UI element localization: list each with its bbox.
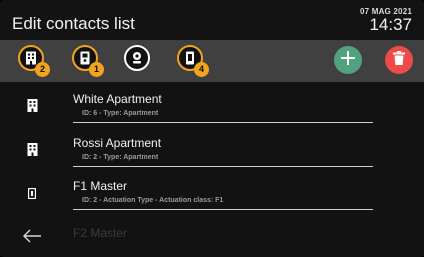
- camera-icon: [130, 51, 144, 65]
- contact-name: White Apartment: [73, 92, 162, 106]
- contact-row[interactable]: F2 Master: [0, 222, 424, 257]
- row-divider: [73, 209, 373, 210]
- header: Edit contacts list 07 MAG 2021 14:37: [0, 0, 424, 36]
- filter-count-badge: 2: [35, 62, 50, 77]
- plus-icon: [341, 50, 355, 70]
- back-arrow-icon: [22, 229, 42, 248]
- filter-cameras-button[interactable]: [124, 45, 150, 71]
- back-button[interactable]: [22, 228, 42, 244]
- contact-details: ID: 2 - Type: Apartment: [82, 154, 159, 161]
- contact-details: ID: 2 - Actuation Type - Actuation class…: [82, 197, 224, 204]
- filter-toolbar: 2 1 4: [0, 40, 424, 82]
- delete-contact-button[interactable]: [385, 46, 413, 74]
- page-title: Edit contacts list: [12, 14, 135, 33]
- handset-icon: [185, 51, 195, 65]
- row-divider: [73, 122, 373, 123]
- contact-details: ID: 6 - Type: Apartment: [82, 110, 159, 117]
- row-divider: [73, 166, 373, 167]
- contact-name: F2 Master: [73, 226, 128, 240]
- clock: 14:37: [369, 15, 412, 34]
- filter-count-badge: 4: [194, 62, 209, 77]
- contact-row[interactable]: White Apartment ID: 6 - Type: Apartment: [0, 88, 424, 132]
- building-icon: [25, 142, 39, 156]
- handset-icon: [25, 186, 39, 200]
- contact-name: F1 Master: [73, 179, 128, 193]
- trash-icon: [393, 50, 405, 70]
- filter-door-entry-button[interactable]: 1: [72, 45, 104, 77]
- add-contact-button[interactable]: [334, 46, 362, 74]
- building-icon: [25, 98, 39, 112]
- door-entry-icon: [80, 51, 90, 65]
- filter-count-badge: 1: [89, 62, 104, 77]
- filter-handsets-button[interactable]: 4: [177, 45, 209, 77]
- contact-row[interactable]: Rossi Apartment ID: 2 - Type: Apartment: [0, 132, 424, 176]
- screen: Edit contacts list 07 MAG 2021 14:37 2 1: [0, 0, 424, 257]
- contact-row[interactable]: F1 Master ID: 2 - Actuation Type - Actua…: [0, 175, 424, 219]
- contact-name: Rossi Apartment: [73, 136, 162, 150]
- building-icon: [25, 51, 37, 65]
- filter-apartments-button[interactable]: 2: [18, 45, 50, 77]
